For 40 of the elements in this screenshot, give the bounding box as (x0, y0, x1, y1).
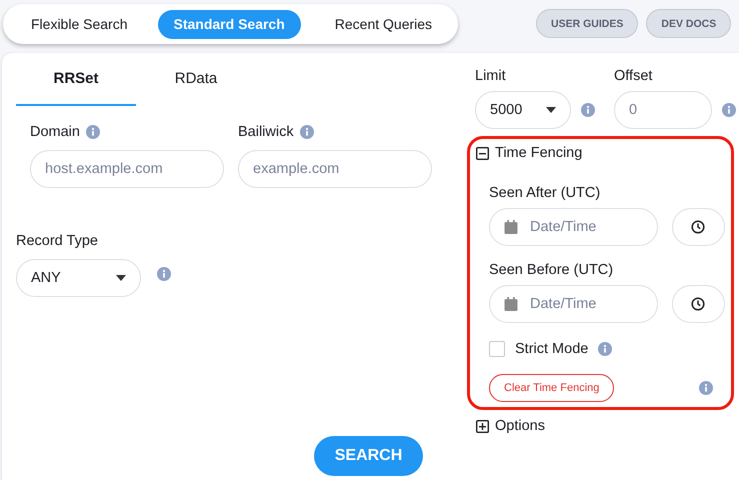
select-field[interactable]: 5000 (475, 91, 571, 129)
checkbox[interactable] (489, 341, 505, 357)
date-field[interactable]: Date/Time (489, 208, 658, 246)
field-label: Offset (614, 68, 652, 84)
field-label: Seen Before (UTC) (489, 262, 614, 278)
info-icon[interactable] (598, 342, 612, 356)
section-toggle[interactable]: Options (476, 417, 736, 435)
input-field[interactable]: 0 (614, 91, 712, 129)
info-icon[interactable] (157, 266, 171, 280)
field-label: Limit (475, 68, 506, 84)
time-button[interactable] (672, 208, 725, 246)
time-button[interactable] (672, 285, 725, 323)
info-icon[interactable] (300, 125, 314, 139)
query-tab[interactable]: RRSet (16, 53, 136, 106)
mode-tab[interactable]: Flexible Search (15, 10, 144, 38)
header-button[interactable]: USER GUIDES (536, 9, 638, 38)
field-label: Bailiwick (238, 124, 294, 140)
select-field[interactable]: ANY (16, 259, 141, 297)
header-button[interactable]: DEV DOCS (646, 9, 732, 38)
checkbox-label: Strict Mode (515, 341, 588, 357)
info-icon[interactable] (86, 125, 100, 139)
query-tab[interactable]: RData (136, 53, 256, 106)
info-icon[interactable] (699, 381, 713, 395)
section-toggle[interactable]: Time Fencing (476, 144, 582, 162)
input-field[interactable]: example.com (238, 150, 432, 188)
clock-icon (691, 297, 706, 311)
field-label: Domain (30, 124, 80, 140)
info-icon[interactable] (581, 103, 595, 117)
input-field[interactable]: host.example.com (30, 150, 224, 188)
info-icon[interactable] (722, 103, 736, 117)
calendar-icon (504, 220, 518, 234)
field-label: Seen After (UTC) (489, 185, 600, 201)
clear-button[interactable]: Clear Time Fencing (489, 374, 614, 402)
caret-icon (116, 275, 126, 281)
field-label: Record Type (16, 233, 98, 249)
caret-icon (546, 107, 556, 113)
clock-icon (691, 220, 706, 234)
date-field[interactable]: Date/Time (489, 285, 658, 323)
mode-tab[interactable]: Recent Queries (318, 10, 448, 38)
calendar-icon (504, 297, 518, 311)
